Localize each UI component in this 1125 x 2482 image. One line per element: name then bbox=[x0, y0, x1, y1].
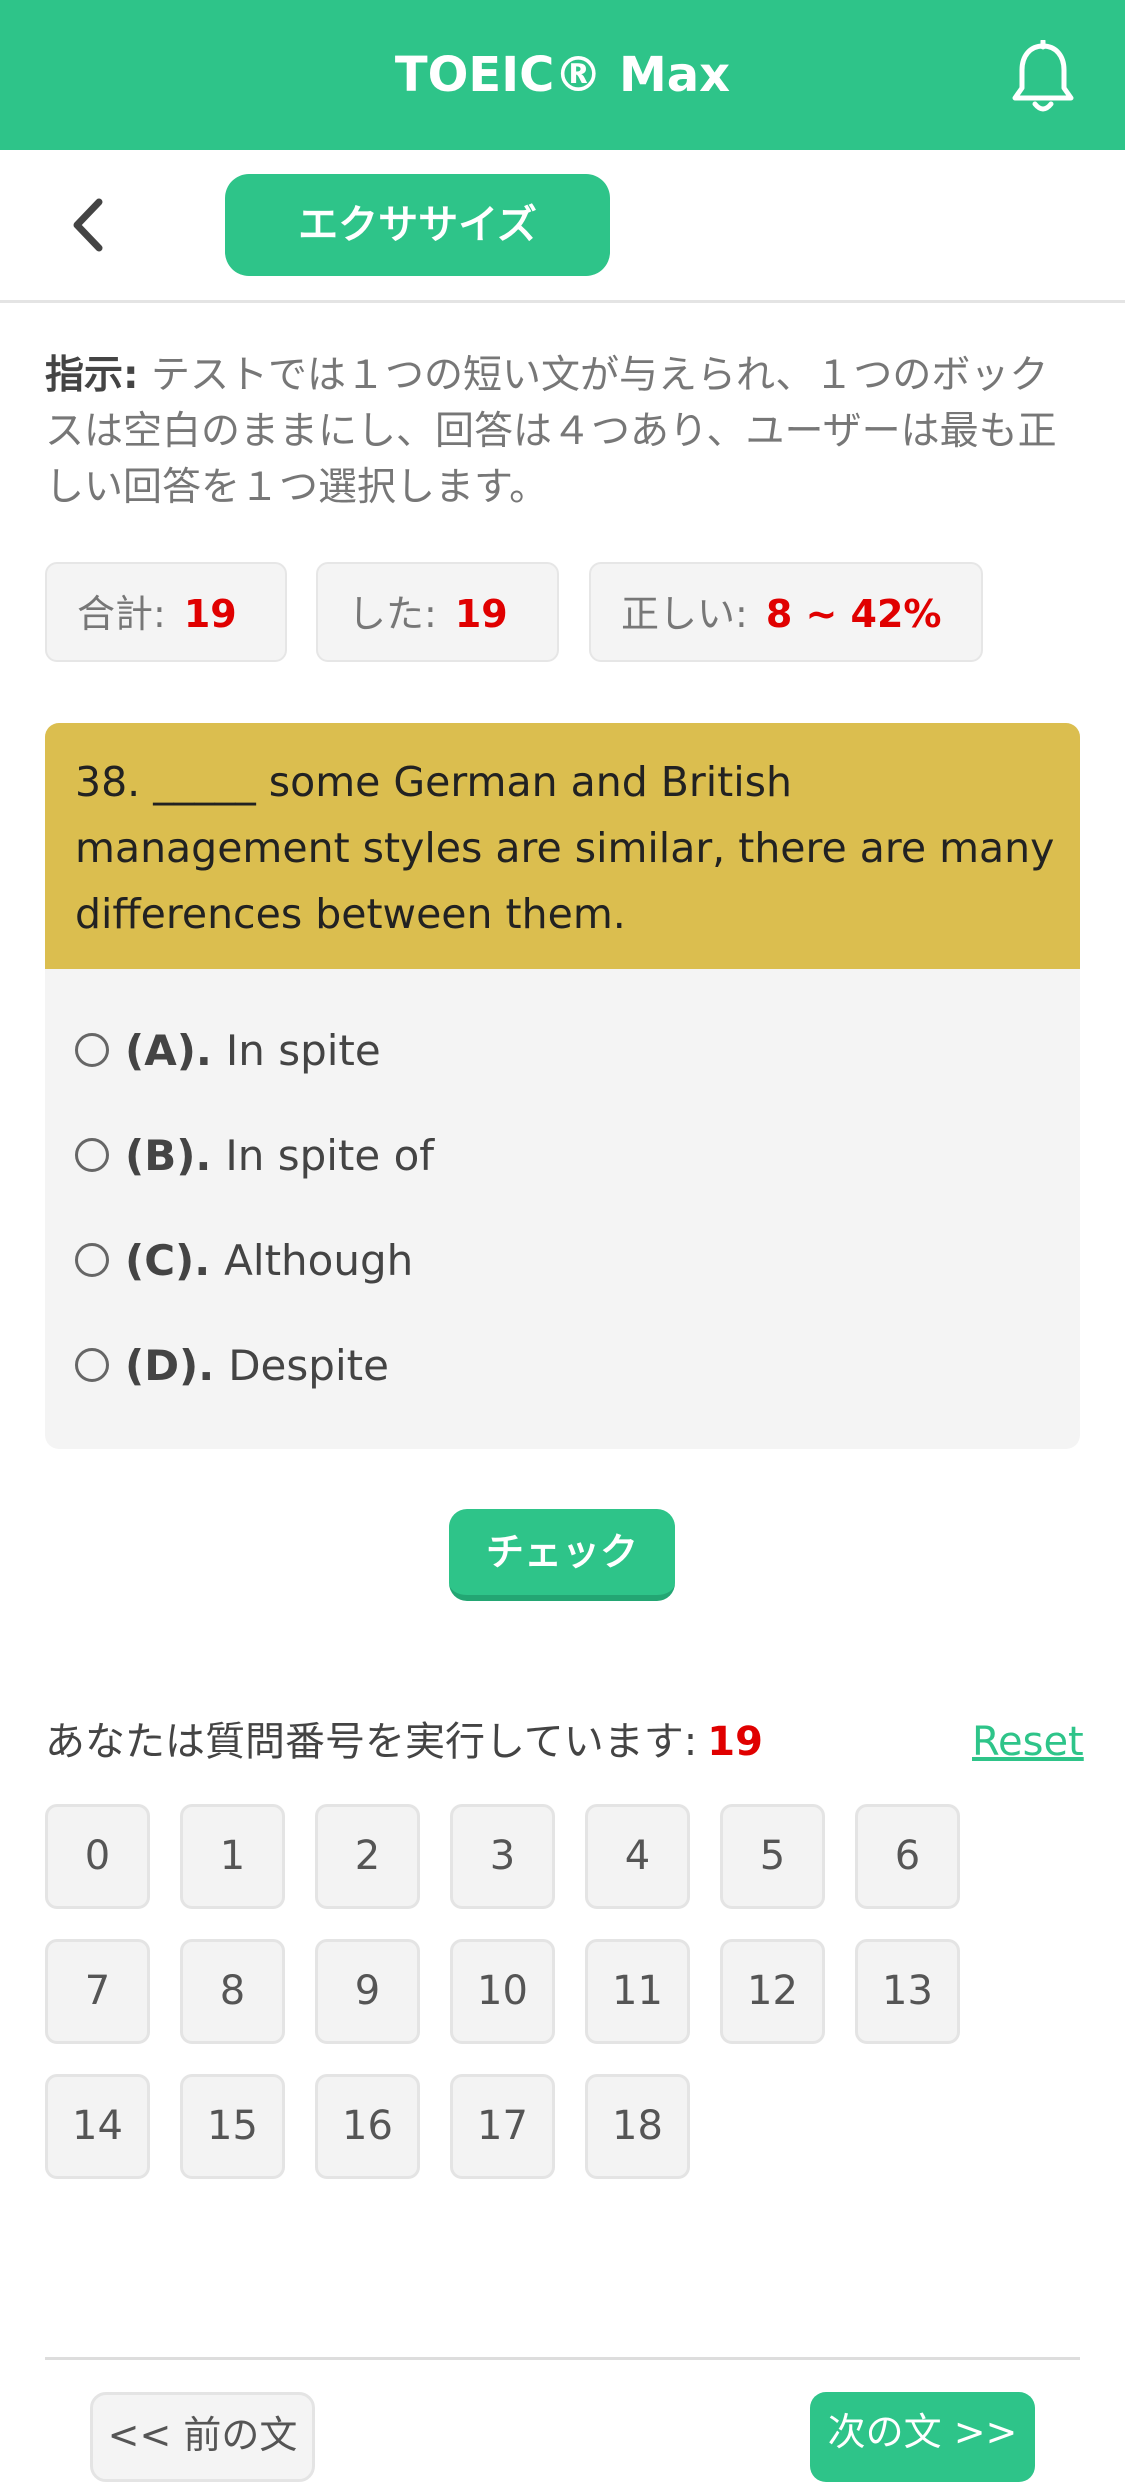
option-letter: (A). bbox=[125, 1026, 212, 1075]
back-button[interactable] bbox=[55, 190, 125, 260]
question-number-button[interactable]: 11 bbox=[585, 1939, 690, 2044]
question-number-button[interactable]: 15 bbox=[180, 2074, 285, 2179]
footer-divider bbox=[45, 2357, 1080, 2360]
radio-icon[interactable] bbox=[75, 1347, 109, 1382]
question-number-button[interactable]: 1 bbox=[180, 1804, 285, 1909]
option-text: Although bbox=[224, 1236, 414, 1285]
option-text: Despite bbox=[228, 1341, 389, 1390]
question-number-button[interactable]: 4 bbox=[585, 1804, 690, 1909]
question-number-button[interactable]: 8 bbox=[180, 1939, 285, 2044]
bell-icon[interactable] bbox=[1008, 38, 1078, 115]
question-number-button[interactable]: 9 bbox=[315, 1939, 420, 2044]
question-card: 38. _____ some German and British manage… bbox=[45, 723, 1080, 1449]
question-number-button[interactable]: 6 bbox=[855, 1804, 960, 1909]
progress-label-text: あなたは質問番号を実行しています: bbox=[45, 1719, 698, 1765]
option-b[interactable]: (B). In spite of bbox=[75, 1121, 1035, 1191]
option-c[interactable]: (C). Although bbox=[75, 1226, 1035, 1296]
question-header: 38. _____ some German and British manage… bbox=[45, 723, 1080, 969]
option-a[interactable]: (A). In spite bbox=[75, 1016, 1035, 1086]
next-sentence-button[interactable]: 次の文 >> bbox=[810, 2392, 1035, 2482]
instruction-text: 指示: テストでは１つの短い文が与えられ、１つのボックスは空白のままにし、回答は… bbox=[45, 348, 1080, 516]
radio-icon[interactable] bbox=[75, 1242, 109, 1277]
option-letter: (C). bbox=[125, 1236, 211, 1285]
question-number-button[interactable]: 7 bbox=[45, 1939, 150, 2044]
question-number-button[interactable]: 12 bbox=[720, 1939, 825, 2044]
question-text: 38. _____ some German and British manage… bbox=[75, 758, 1055, 938]
question-number-button[interactable]: 0 bbox=[45, 1804, 150, 1909]
stat-total-label: 合計: bbox=[77, 592, 166, 636]
stat-total-value: 19 bbox=[183, 592, 237, 636]
radio-icon[interactable] bbox=[75, 1137, 109, 1172]
option-text: In spite bbox=[225, 1026, 381, 1075]
question-number-button[interactable]: 16 bbox=[315, 2074, 420, 2179]
exercise-button[interactable]: エクササイズ bbox=[225, 174, 610, 276]
question-number-button[interactable]: 14 bbox=[45, 2074, 150, 2179]
question-number-button[interactable]: 2 bbox=[315, 1804, 420, 1909]
stat-done-value: 19 bbox=[454, 592, 508, 636]
reset-link[interactable]: Reset bbox=[972, 1712, 1084, 1772]
stat-done: した: 19 bbox=[316, 562, 559, 662]
option-text: In spite of bbox=[225, 1131, 435, 1180]
question-number-button[interactable]: 10 bbox=[450, 1939, 555, 2044]
option-d[interactable]: (D). Despite bbox=[75, 1331, 1035, 1401]
instruction-body: テストでは１つの短い文が与えられ、１つのボックスは空白のままにし、回答は４つあり… bbox=[45, 353, 1057, 510]
stat-total: 合計: 19 bbox=[45, 562, 287, 662]
stat-done-label: した: bbox=[348, 592, 437, 636]
current-question-number: 19 bbox=[707, 1719, 763, 1765]
instruction-label: 指示: bbox=[45, 353, 139, 398]
app-title: TOEIC® Max bbox=[394, 47, 731, 103]
check-button[interactable]: チェック bbox=[449, 1509, 675, 1601]
question-number-button[interactable]: 5 bbox=[720, 1804, 825, 1909]
question-number-button[interactable]: 17 bbox=[450, 2074, 555, 2179]
chevron-left-icon bbox=[73, 198, 103, 252]
stat-correct: 正しい: 8 ~ 42% bbox=[589, 562, 983, 662]
stat-correct-value: 8 ~ 42% bbox=[765, 592, 942, 636]
option-letter: (D). bbox=[125, 1341, 215, 1390]
question-number-button[interactable]: 18 bbox=[585, 2074, 690, 2179]
stat-correct-label: 正しい: bbox=[621, 592, 748, 636]
question-number-button[interactable]: 3 bbox=[450, 1804, 555, 1909]
progress-label: あなたは質問番号を実行しています: 19 bbox=[45, 1712, 763, 1772]
previous-sentence-button[interactable]: << 前の文 bbox=[90, 2392, 315, 2482]
option-letter: (B). bbox=[125, 1131, 212, 1180]
radio-icon[interactable] bbox=[75, 1032, 109, 1067]
question-number-button[interactable]: 13 bbox=[855, 1939, 960, 2044]
